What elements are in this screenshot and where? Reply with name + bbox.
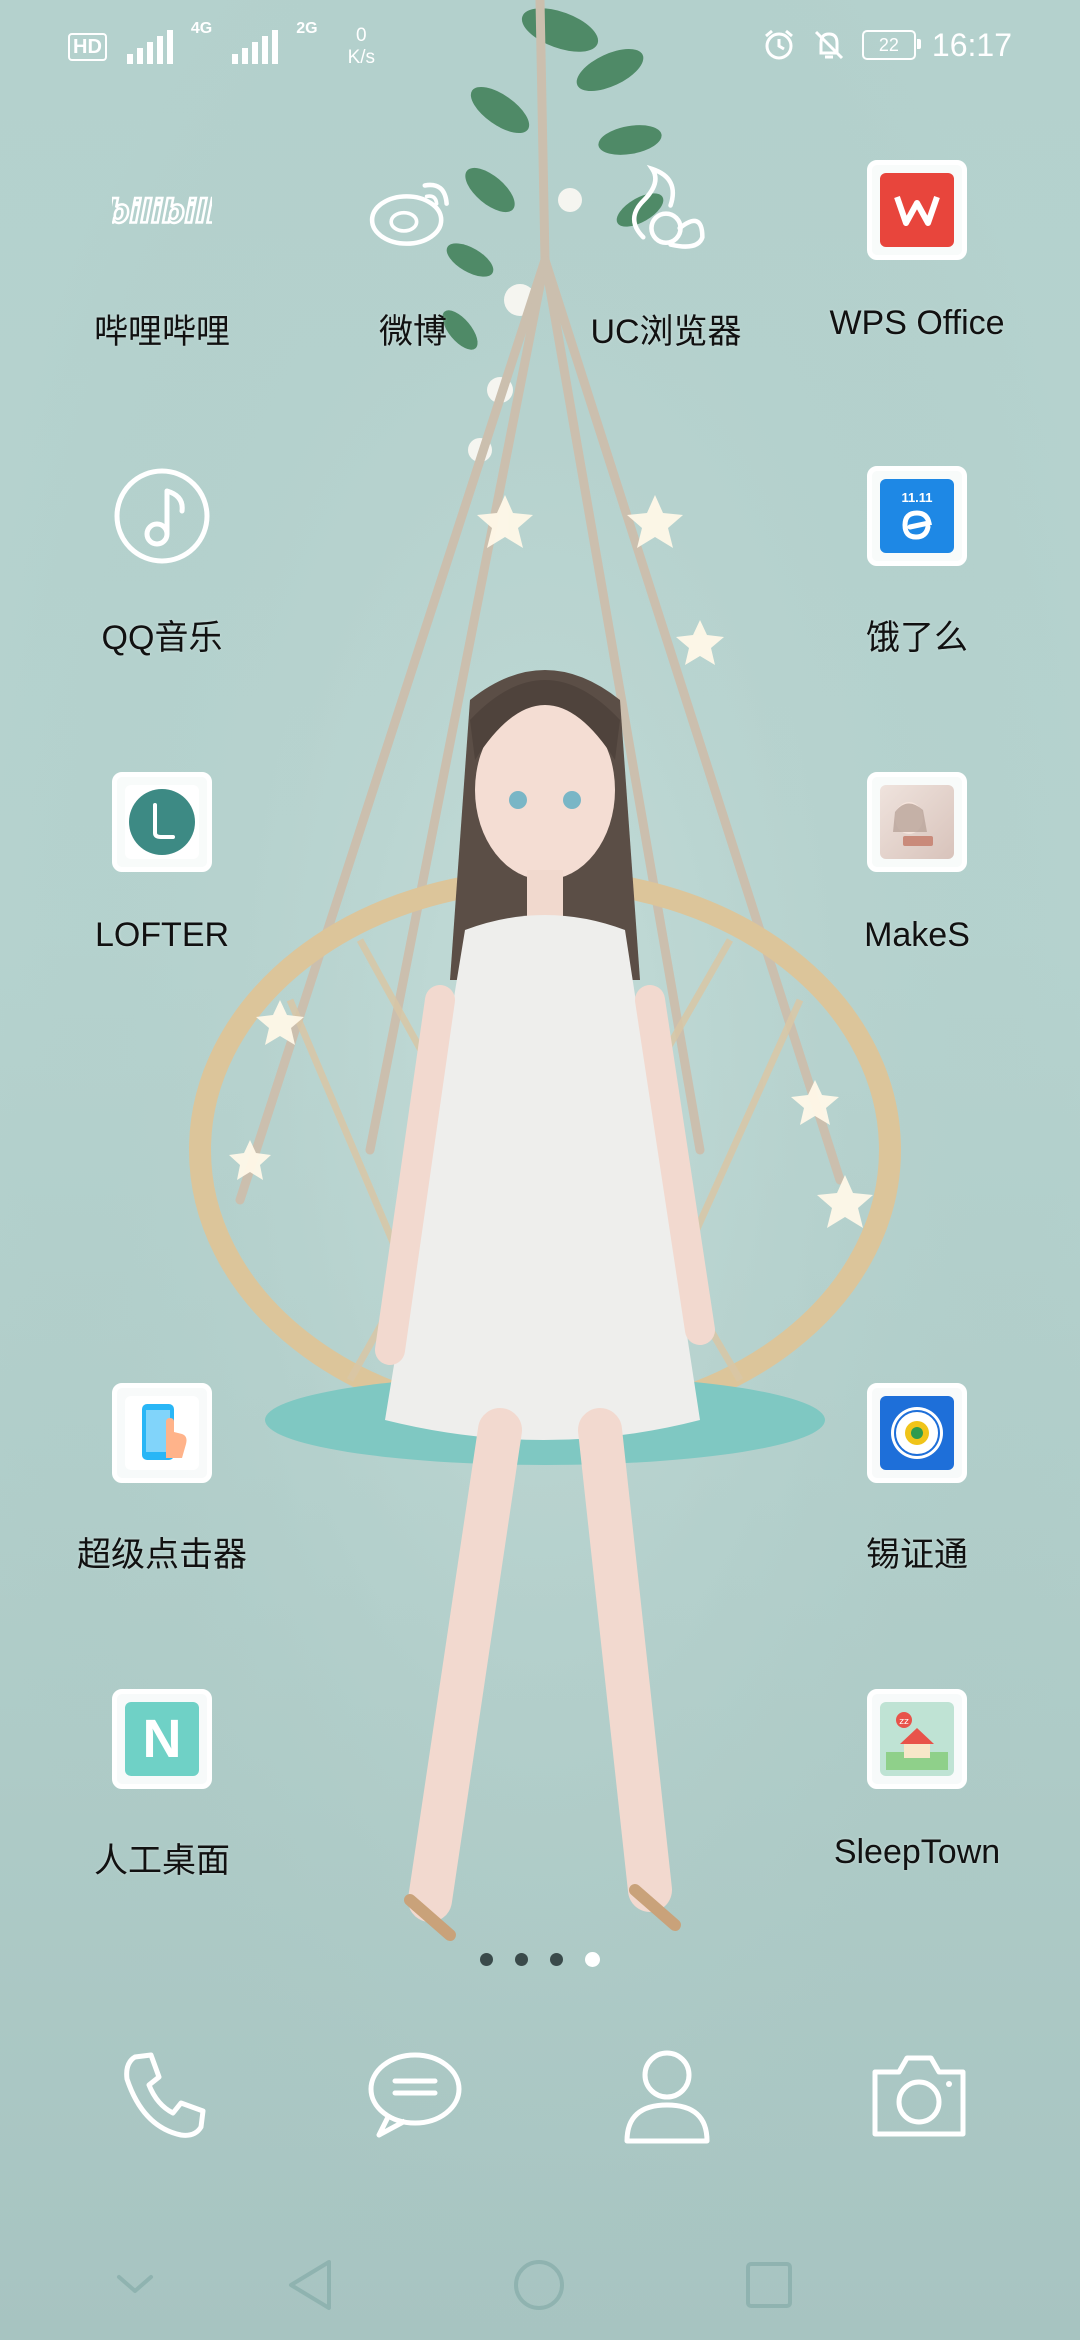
signal-sim2: [230, 30, 279, 64]
app-label: QQ音乐: [101, 619, 223, 657]
app-letter: N: [142, 1709, 182, 1769]
app-uc-browser[interactable]: UC浏览器: [551, 160, 781, 353]
app-label: 微博: [379, 313, 447, 351]
status-bar: HD 4G 2G 0 K/s 22 16:17: [0, 0, 1080, 90]
eleme-badge: 11.11: [901, 489, 933, 505]
app-label: MakeS: [864, 916, 970, 954]
alarm-icon: [764, 29, 793, 60]
hide-nav-icon[interactable]: [100, 2250, 170, 2320]
svg-text:bilibili: bilibili: [112, 195, 212, 231]
app-weibo[interactable]: 微博: [298, 160, 528, 353]
mute-bell-icon: [814, 30, 843, 60]
network-type-1: 4G: [190, 20, 213, 37]
app-super-clicker[interactable]: 超级点击器: [47, 1383, 277, 1576]
xizhengtong-icon: [867, 1383, 967, 1483]
super-clicker-icon: [112, 1383, 212, 1483]
signal-bars-icon: [126, 30, 173, 64]
sleeptown-icon: zz: [867, 1689, 967, 1789]
home-icon[interactable]: [504, 2250, 574, 2320]
page-dot[interactable]: [550, 1953, 563, 1966]
app-artificial-desktop[interactable]: N 人工桌面: [47, 1689, 277, 1882]
network-type-2: 2G: [296, 20, 318, 37]
uc-browser-icon: [616, 160, 716, 260]
app-eleme[interactable]: 11.11 饿了么: [802, 466, 1032, 659]
lofter-icon: [112, 772, 212, 872]
dock: [0, 2040, 1080, 2200]
app-bilibili[interactable]: bilibili 哔哩哔哩: [47, 160, 277, 353]
network-speed: 0 K/s: [348, 25, 375, 69]
battery-icon: 22: [861, 30, 921, 60]
bilibili-icon: bilibili: [112, 160, 212, 260]
hd-voice-icon: HD: [68, 33, 107, 61]
eleme-icon: 11.11: [867, 466, 967, 566]
sleeptown-badge: zz: [899, 1717, 909, 1727]
signal-bars-icon: [232, 30, 279, 64]
app-wps-office[interactable]: WPS Office: [802, 160, 1032, 343]
signal-sim1: [125, 30, 173, 64]
weibo-icon: [363, 160, 463, 260]
app-qq-music[interactable]: QQ音乐: [47, 466, 277, 659]
app-label: 超级点击器: [77, 1536, 247, 1574]
app-lofter[interactable]: LOFTER: [47, 772, 277, 955]
page-dot[interactable]: [515, 1953, 528, 1966]
wps-office-icon: [867, 160, 967, 260]
page-dot-active[interactable]: [585, 1952, 600, 1967]
page-dot[interactable]: [480, 1953, 493, 1966]
app-label: 人工桌面: [94, 1842, 230, 1880]
app-label: 哔哩哔哩: [94, 313, 230, 351]
app-label: LOFTER: [94, 916, 230, 954]
messages-icon[interactable]: [360, 2040, 470, 2150]
app-label: 锡证通: [866, 1536, 968, 1574]
speed-value: 0: [356, 25, 367, 46]
speed-unit: K/s: [347, 47, 376, 68]
navigation-bar: [0, 2240, 1080, 2320]
app-label: WPS Office: [829, 304, 1005, 342]
phone-icon[interactable]: [108, 2040, 218, 2150]
app-xizhengtong[interactable]: 锡证通: [802, 1383, 1032, 1576]
back-icon[interactable]: [275, 2250, 345, 2320]
app-label: UC浏览器: [590, 313, 742, 351]
page-indicator[interactable]: [0, 1952, 1080, 1967]
camera-icon[interactable]: [864, 2040, 974, 2150]
app-label: 饿了么: [866, 619, 968, 657]
app-label: SleepTown: [833, 1833, 1001, 1871]
contacts-icon[interactable]: [612, 2040, 722, 2150]
clock: 16:17: [931, 26, 1012, 63]
battery-level: 22: [878, 34, 899, 55]
app-makes[interactable]: MakeS: [802, 772, 1032, 955]
artificial-desktop-icon: N: [112, 1689, 212, 1789]
recents-icon[interactable]: [734, 2250, 804, 2320]
makes-icon: [867, 772, 967, 872]
qq-music-icon: [112, 466, 212, 566]
app-sleeptown[interactable]: zz SleepTown: [802, 1689, 1032, 1872]
